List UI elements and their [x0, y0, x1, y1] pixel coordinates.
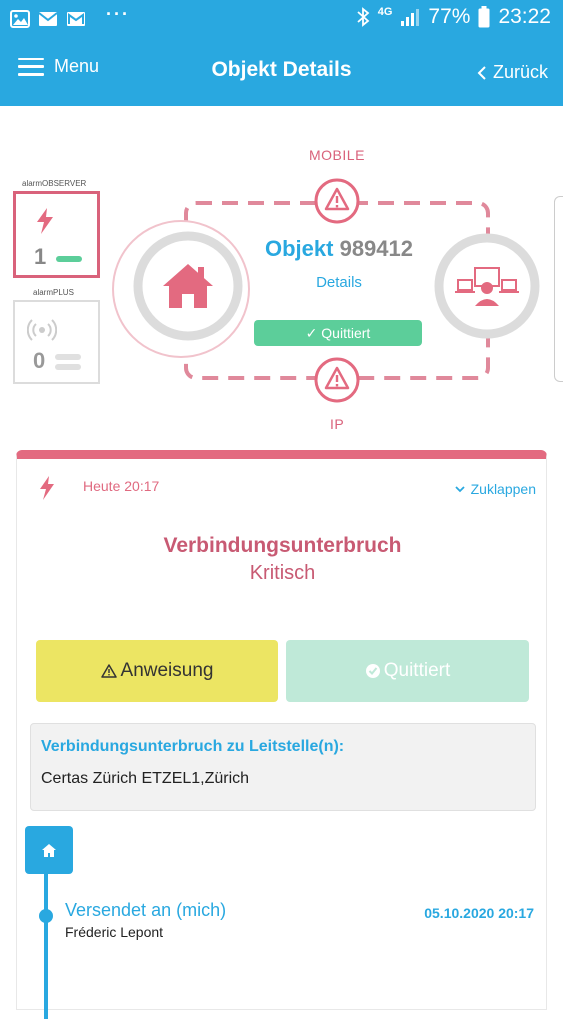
- plus-count: 0: [33, 348, 46, 373]
- plus-status-bar-2: [55, 364, 81, 370]
- notification-icons: ···: [10, 4, 130, 29]
- home-icon: [42, 843, 56, 857]
- mail-icon: [38, 11, 58, 26]
- status-bar: ··· 4G 77% 23:22: [0, 0, 563, 38]
- event-title: Verbindungsunterbruch: [163, 534, 402, 557]
- system-status: 4G 77% 23:22: [356, 5, 551, 29]
- timeline-entry-date: 05.10.2020 20:17: [424, 905, 534, 921]
- timeline-line: [44, 859, 48, 1019]
- mobile-warning-icon: [314, 178, 360, 224]
- plus-status-bar-1: [55, 354, 81, 360]
- chevron-left-icon: [477, 65, 486, 80]
- event-severity: Kritisch: [249, 562, 316, 584]
- details-link[interactable]: Details: [254, 274, 424, 291]
- house-icon: [163, 264, 213, 308]
- acknowledge-label: Quittiert: [383, 660, 451, 681]
- network-type: 4G: [377, 6, 393, 18]
- back-label: Zurück: [492, 62, 548, 82]
- plus-label: alarmPLUS: [33, 288, 74, 297]
- clock: 23:22: [498, 5, 551, 28]
- image-icon: [10, 9, 30, 28]
- plus-box[interactable]: 0: [13, 300, 100, 384]
- timeline-entry-title: Versendet an (mich): [65, 900, 227, 920]
- timeline-entry-person: Fréderic Lepont: [65, 924, 164, 940]
- timeline-dot: [39, 909, 53, 923]
- ip-label: IP: [330, 416, 345, 432]
- gmail-icon: [67, 11, 85, 26]
- mobile-label: MOBILE: [309, 147, 365, 163]
- lightning-icon: [37, 208, 53, 234]
- ip-warning-icon: [314, 357, 360, 403]
- battery-percent: 77%: [428, 5, 471, 28]
- observer-box[interactable]: 1: [13, 191, 100, 278]
- timeline-home-button[interactable]: [25, 826, 73, 874]
- broadcast-icon: [27, 319, 57, 341]
- more-notifications-icon: ···: [106, 4, 130, 24]
- acknowledged-badge: ✓ Quittiert: [254, 320, 422, 346]
- object-id: 989412: [339, 236, 413, 261]
- app-header: Menu Objekt Details Zurück: [0, 38, 563, 106]
- info-heading: Verbindungsunterbruch zu Leitstelle(n):: [41, 738, 345, 755]
- info-box: Verbindungsunterbruch zu Leitstelle(n): …: [30, 723, 536, 811]
- alarm-card: Heute 20:17 Zuklappen Verbindungsunterbr…: [16, 450, 547, 1019]
- bluetooth-icon: [357, 7, 370, 27]
- chevron-down-icon: [454, 486, 465, 493]
- control-center-icon: [455, 267, 519, 306]
- info-text: Certas Zürich ETZEL1,Zürich: [41, 770, 250, 787]
- signal-icon: [401, 9, 420, 26]
- observer-label: alarmOBSERVER: [22, 179, 87, 188]
- collapse-label: Zuklappen: [470, 481, 536, 497]
- side-drawer-handle[interactable]: [554, 196, 563, 382]
- collapse-toggle[interactable]: Zuklappen: [454, 481, 536, 497]
- lightning-icon: [40, 476, 54, 500]
- observer-count: 1: [34, 244, 47, 269]
- alarm-time: Heute 20:17: [83, 478, 160, 494]
- object-connection-diagram: MOBILE IP alarmOBSERVER 1 alarmPLUS 0 Ob…: [0, 106, 563, 446]
- object-word: Objekt: [264, 236, 334, 261]
- battery-icon: [478, 6, 490, 28]
- warning-icon: [100, 664, 117, 678]
- acknowledge-button[interactable]: Quittiert: [286, 640, 529, 702]
- instruction-label: Anweisung: [120, 660, 214, 681]
- observer-status-bar: [56, 256, 82, 262]
- instruction-button[interactable]: Anweisung: [36, 640, 278, 702]
- back-button[interactable]: Zurück: [477, 62, 548, 83]
- object-title: Objekt 989412: [254, 236, 424, 262]
- check-circle-icon: [365, 664, 380, 678]
